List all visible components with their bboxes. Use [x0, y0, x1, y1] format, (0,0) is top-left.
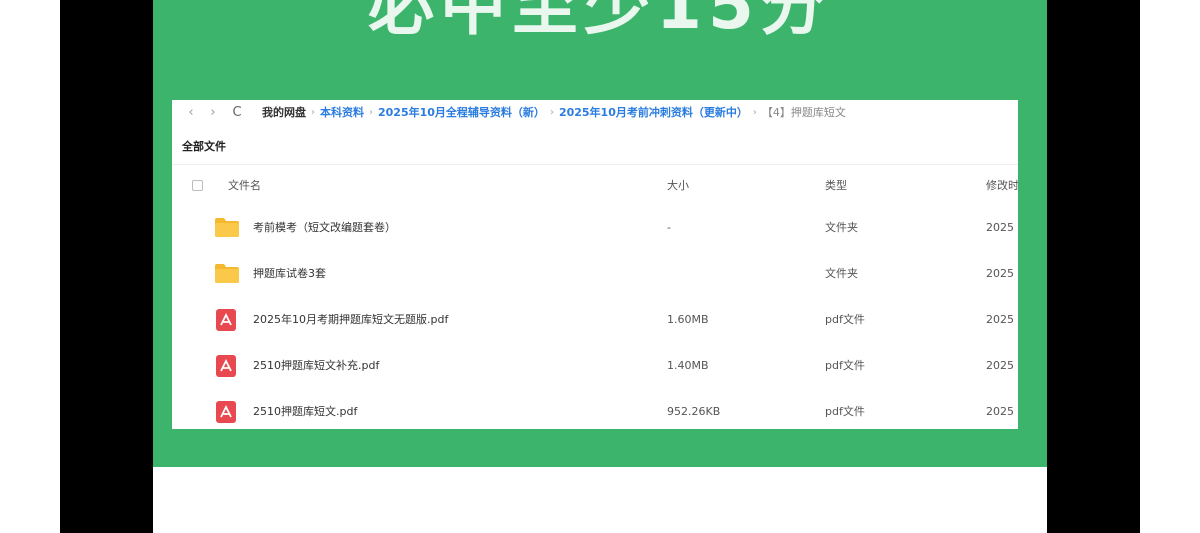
table-row[interactable]: 押题库试卷3套 文件夹 2025	[172, 251, 1018, 297]
file-date: 2025	[986, 221, 1014, 234]
breadcrumb-separator-icon: ›	[311, 106, 315, 118]
breadcrumb-separator-icon: ›	[369, 106, 373, 118]
refresh-icon[interactable]: C	[226, 105, 248, 120]
file-size: -	[667, 221, 671, 234]
table-row[interactable]: 2510押题库短文.pdf 952.26KB pdf文件 2025	[172, 389, 1018, 429]
file-date: 2025	[986, 405, 1014, 418]
breadcrumb-current: 【4】押题库短文	[761, 106, 846, 119]
header-size[interactable]: 大小	[667, 175, 689, 197]
navigation-bar: ‹ › C 我的网盘 › 本科资料 › 2025年10月全程辅导资料（新） › …	[172, 100, 1018, 124]
breadcrumb-separator-icon: ›	[549, 106, 554, 118]
file-browser-panel: ‹ › C 我的网盘 › 本科资料 › 2025年10月全程辅导资料（新） › …	[172, 100, 1018, 429]
file-type: pdf文件	[825, 359, 865, 372]
file-date: 2025	[986, 359, 1014, 372]
header-date[interactable]: 修改时间	[986, 175, 1018, 197]
bottom-white-area	[153, 467, 1047, 533]
folder-icon	[214, 262, 240, 286]
file-type: pdf文件	[825, 405, 865, 418]
breadcrumb-my-drive[interactable]: 我的网盘	[262, 104, 306, 120]
file-name[interactable]: 2025年10月考期押题库短文无题版.pdf	[253, 297, 448, 343]
file-date: 2025	[986, 267, 1014, 280]
table-row[interactable]: 2025年10月考期押题库短文无题版.pdf 1.60MB pdf文件 2025	[172, 297, 1018, 343]
file-name[interactable]: 2510押题库短文.pdf	[253, 389, 357, 429]
pdf-icon	[216, 401, 242, 425]
file-type: pdf文件	[825, 313, 865, 326]
file-type: 文件夹	[825, 221, 858, 234]
file-date: 2025	[986, 313, 1014, 326]
divider	[172, 164, 1018, 165]
file-type: 文件夹	[825, 267, 858, 280]
table-row[interactable]: 2510押题库短文补充.pdf 1.40MB pdf文件 2025	[172, 343, 1018, 389]
folder-icon	[214, 216, 240, 240]
chevron-right-icon[interactable]: ›	[202, 105, 224, 120]
file-name[interactable]: 押题库试卷3套	[253, 251, 326, 297]
header-name[interactable]: 文件名	[228, 175, 261, 197]
left-black-bar	[60, 0, 153, 533]
table-header: 文件名 大小 类型 修改时间	[172, 175, 1018, 197]
banner-headline: 必中至少15分	[368, 0, 832, 44]
breadcrumb-undergrad[interactable]: 本科资料	[320, 104, 364, 120]
section-title: 全部文件	[182, 140, 226, 153]
file-size: 1.40MB	[667, 359, 709, 372]
right-black-bar	[1047, 0, 1140, 533]
chevron-left-icon[interactable]: ‹	[180, 105, 202, 120]
breadcrumb-sprint[interactable]: 2025年10月考前冲刺资料（更新中）	[559, 104, 748, 120]
pdf-icon	[216, 309, 242, 333]
file-size: 1.60MB	[667, 313, 709, 326]
file-name[interactable]: 2510押题库短文补充.pdf	[253, 343, 379, 389]
pdf-icon	[216, 355, 242, 379]
file-size: 952.26KB	[667, 405, 721, 418]
table-row[interactable]: 考前模考（短文改编题套卷） - 文件夹 2025	[172, 205, 1018, 251]
breadcrumb-full-course[interactable]: 2025年10月全程辅导资料（新）	[378, 104, 545, 120]
file-name[interactable]: 考前模考（短文改编题套卷）	[253, 205, 396, 251]
select-all-checkbox[interactable]	[192, 180, 203, 191]
breadcrumb-separator-icon: ›	[752, 106, 757, 118]
header-type[interactable]: 类型	[825, 175, 847, 197]
